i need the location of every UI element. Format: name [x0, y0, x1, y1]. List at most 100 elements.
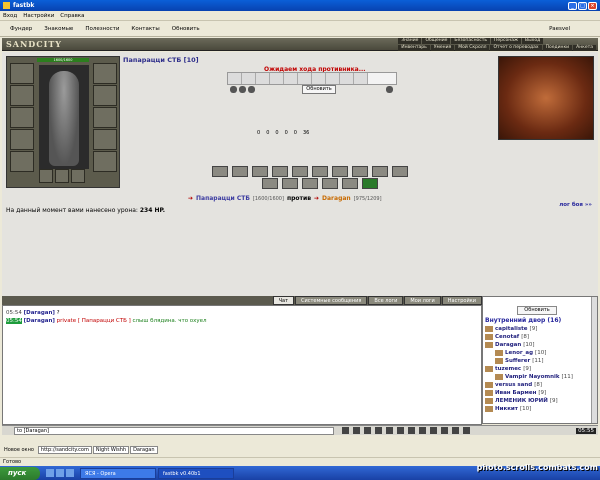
skill-slot[interactable] — [352, 166, 368, 177]
list-item[interactable]: Vampir Nayomnik [11] — [485, 373, 593, 381]
armor-slot[interactable] — [10, 129, 34, 150]
potion-slot-1[interactable] — [39, 169, 53, 183]
chat-input[interactable] — [14, 426, 334, 435]
user-list-scrollbar[interactable] — [591, 297, 597, 423]
action-slot-5[interactable] — [284, 73, 298, 84]
player-name[interactable]: Папарацци СТБ [10] — [123, 56, 199, 64]
skill-slot[interactable] — [392, 166, 408, 177]
tool-icon[interactable] — [452, 427, 459, 434]
user-name[interactable]: ЛЕМЕНИК ЮРИЙ — [495, 397, 548, 405]
tab-my-logs[interactable]: Мои логи — [404, 296, 441, 305]
task-fastbk[interactable]: fastbk v0.40b1 — [158, 467, 234, 479]
skill-slot[interactable] — [262, 178, 278, 189]
close-button[interactable]: × — [588, 1, 597, 10]
action-slot-4[interactable] — [270, 73, 284, 84]
users-refresh-button[interactable]: Обновить — [517, 306, 557, 315]
shield-slot[interactable] — [93, 107, 117, 128]
tool-icon[interactable] — [408, 427, 415, 434]
nav-social[interactable]: Общение — [422, 38, 451, 44]
user-name[interactable]: capitaliste — [495, 325, 528, 333]
tab-system-messages[interactable]: Системные сообщения — [295, 296, 368, 305]
action-slot-10[interactable] — [354, 73, 368, 84]
nav-transfer-report[interactable]: Отчет о переводах — [490, 45, 542, 51]
list-item[interactable]: Cenotaf [8] — [485, 333, 593, 341]
amulet-slot[interactable] — [10, 85, 34, 106]
action-slot-2[interactable] — [242, 73, 256, 84]
tool-icon[interactable] — [397, 427, 404, 434]
list-item[interactable]: Иван Бармен [9] — [485, 389, 593, 397]
tab-chat[interactable]: Чат — [272, 296, 295, 305]
list-item[interactable]: tuzemec [9] — [485, 365, 593, 373]
minimize-button[interactable]: _ — [568, 1, 577, 10]
tool-icon[interactable] — [353, 427, 360, 434]
list-item[interactable]: Sufferer [11] — [485, 357, 593, 365]
address-box-2[interactable]: Night Wishh — [92, 446, 130, 454]
potion-slot-3[interactable] — [71, 169, 85, 183]
action-slot-1[interactable] — [228, 73, 242, 84]
list-item[interactable]: Никкит [10] — [485, 405, 593, 413]
quicklaunch-icon[interactable] — [66, 469, 74, 477]
helmet-slot[interactable] — [10, 63, 34, 84]
nav-exit[interactable]: Выход — [522, 38, 544, 44]
tool-icon[interactable] — [386, 427, 393, 434]
chat-private-tag[interactable]: private [ Папарацци СТБ ] — [57, 318, 131, 324]
action-slot-9[interactable] — [340, 73, 354, 84]
nav-character[interactable]: Персонаж — [491, 38, 522, 44]
refresh-button[interactable]: Обновить — [302, 85, 336, 94]
nav-knowledge[interactable]: Знание — [398, 38, 422, 44]
skill-slot[interactable] — [332, 166, 348, 177]
action-slot-6[interactable] — [298, 73, 312, 84]
user-name[interactable]: versus sand — [495, 381, 532, 389]
user-name[interactable]: Vampir Nayomnik — [505, 373, 560, 381]
list-item[interactable]: Lenor_ag [10] — [485, 349, 593, 357]
skill-slot[interactable] — [342, 178, 358, 189]
toolbar-funder[interactable]: Фундер — [10, 26, 32, 32]
address-box-3[interactable]: Daragan — [130, 446, 158, 454]
menu-settings[interactable]: Настройки — [23, 13, 54, 19]
skill-slot[interactable] — [312, 166, 328, 177]
user-name[interactable]: Никкит — [495, 405, 518, 413]
tool-icon[interactable] — [463, 427, 470, 434]
nav-inventory[interactable]: Инвентарь — [398, 45, 430, 51]
quicklaunch-icon[interactable] — [46, 469, 54, 477]
nav-skills[interactable]: Умения — [430, 45, 455, 51]
skill-slot[interactable] — [232, 166, 248, 177]
weapon-slot[interactable] — [10, 107, 34, 128]
list-item[interactable]: capitaliste [9] — [485, 325, 593, 333]
task-opera[interactable]: ЯСЯ - Opera — [80, 467, 156, 479]
nav-battles[interactable]: Поединки — [542, 45, 573, 51]
toolbar-refresh[interactable]: Обновить — [172, 26, 200, 32]
new-window-label[interactable]: Новое окно — [4, 447, 34, 453]
toolbar-utilities[interactable]: Полезности — [85, 26, 119, 32]
fighter-1-name[interactable]: Папарацци СТБ — [196, 195, 250, 202]
list-item[interactable]: ЛЕМЕНИК ЮРИЙ [9] — [485, 397, 593, 405]
tool-icon[interactable] — [430, 427, 437, 434]
tab-settings[interactable]: Настройки — [441, 296, 482, 305]
skill-slot[interactable] — [252, 166, 268, 177]
nav-security[interactable]: Безопасность — [451, 38, 491, 44]
list-item[interactable]: Daragan [10] — [485, 341, 593, 349]
skill-slot[interactable] — [282, 178, 298, 189]
belt-slot[interactable] — [10, 151, 34, 172]
boots-slot[interactable] — [93, 151, 117, 172]
maximize-button[interactable]: □ — [578, 1, 587, 10]
quicklaunch-icon[interactable] — [56, 469, 64, 477]
skill-slot[interactable] — [272, 166, 288, 177]
skill-slot[interactable] — [302, 178, 318, 189]
skill-slot[interactable] — [212, 166, 228, 177]
potion-slot-2[interactable] — [55, 169, 69, 183]
earring-slot[interactable] — [93, 63, 117, 84]
skill-slot[interactable] — [372, 166, 388, 177]
action-slot-7[interactable] — [312, 73, 326, 84]
user-name[interactable]: Lenor_ag — [505, 349, 533, 357]
tool-icon[interactable] — [375, 427, 382, 434]
menu-login[interactable]: Вход — [3, 13, 17, 19]
tool-icon[interactable] — [419, 427, 426, 434]
skill-slot[interactable] — [322, 178, 338, 189]
toolbar-friends[interactable]: Знакомые — [44, 26, 73, 32]
menu-help[interactable]: Справка — [60, 13, 84, 19]
battle-log-link[interactable]: лог боя »» — [559, 202, 592, 208]
action-slot-8[interactable] — [326, 73, 340, 84]
fighter-2-name[interactable]: Daragan — [322, 195, 351, 202]
address-url[interactable]: http://sandcity.com — [37, 446, 92, 454]
